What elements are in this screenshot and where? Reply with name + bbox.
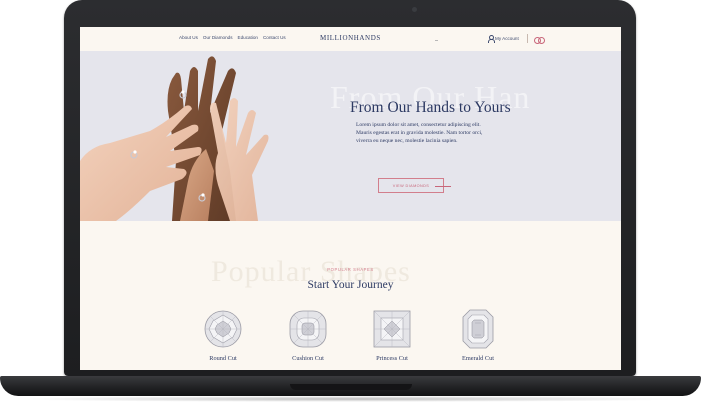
nav-right: My Account xyxy=(435,34,545,44)
laptop-notch xyxy=(290,384,412,390)
hero-description-line: Lorem ipsum dolor sit amet, consectetur … xyxy=(356,122,481,128)
my-account-link[interactable]: My Account xyxy=(487,35,519,43)
arrow-right-icon xyxy=(435,185,451,187)
cushion-diamond-icon xyxy=(289,310,327,348)
hero-description: Lorem ipsum dolor sit amet, consectetur … xyxy=(356,121,524,146)
hands-photo xyxy=(80,56,269,221)
hero-banner: From Our Han From Our Hands to Yours Lor… xyxy=(80,51,621,221)
nav-divider xyxy=(526,34,528,43)
shape-princess-cut[interactable]: Princess Cut xyxy=(362,309,422,362)
nav-link-about-us[interactable]: About Us xyxy=(179,35,198,40)
nav-link-contact-us[interactable]: Contact Us xyxy=(263,35,286,40)
emerald-diamond-icon xyxy=(462,309,494,349)
view-diamonds-label: VIEW DIAMONDS xyxy=(392,183,430,188)
brand-logo[interactable]: MILLIONHANDS xyxy=(320,34,381,42)
view-diamonds-button[interactable]: VIEW DIAMONDS xyxy=(378,178,451,193)
section-eyebrow: POPULAR SHAPES xyxy=(327,267,374,272)
hero-description-line: viverra eu neque nec, molestie lacinia s… xyxy=(356,138,458,145)
website-screen: About Us Our Diamonds Education Contact … xyxy=(80,27,621,370)
shape-label: Emerald Cut xyxy=(461,355,494,362)
shape-label: Cushion Cut xyxy=(292,355,324,362)
shape-emerald-cut[interactable]: Emerald Cut xyxy=(448,309,508,362)
person-icon xyxy=(487,35,495,43)
search-indicator xyxy=(435,40,438,41)
webcam xyxy=(412,7,417,12)
search-field[interactable] xyxy=(435,35,463,42)
rings-icon[interactable] xyxy=(533,35,545,44)
laptop-shadow xyxy=(10,396,691,402)
nav-link-our-diamonds[interactable]: Our Diamonds xyxy=(203,35,233,40)
shape-round-cut[interactable]: Round Cut xyxy=(193,309,253,362)
my-account-label: My Account xyxy=(495,36,519,41)
shape-cushion-cut[interactable]: Cushion Cut xyxy=(278,309,338,362)
section-title: Start Your Journey xyxy=(307,279,394,291)
hero-title: From Our Hands to Yours xyxy=(350,99,511,116)
hero-description-line: Mauris egestas erat in gravida molestie.… xyxy=(356,130,483,137)
nav-link-education[interactable]: Education xyxy=(238,35,258,40)
shape-label: Princess Cut xyxy=(376,355,408,362)
princess-diamond-icon xyxy=(373,310,411,348)
top-navigation: About Us Our Diamonds Education Contact … xyxy=(80,27,621,52)
round-diamond-icon xyxy=(204,310,242,348)
shape-label: Round Cut xyxy=(209,355,237,362)
nav-links: About Us Our Diamonds Education Contact … xyxy=(179,35,286,40)
